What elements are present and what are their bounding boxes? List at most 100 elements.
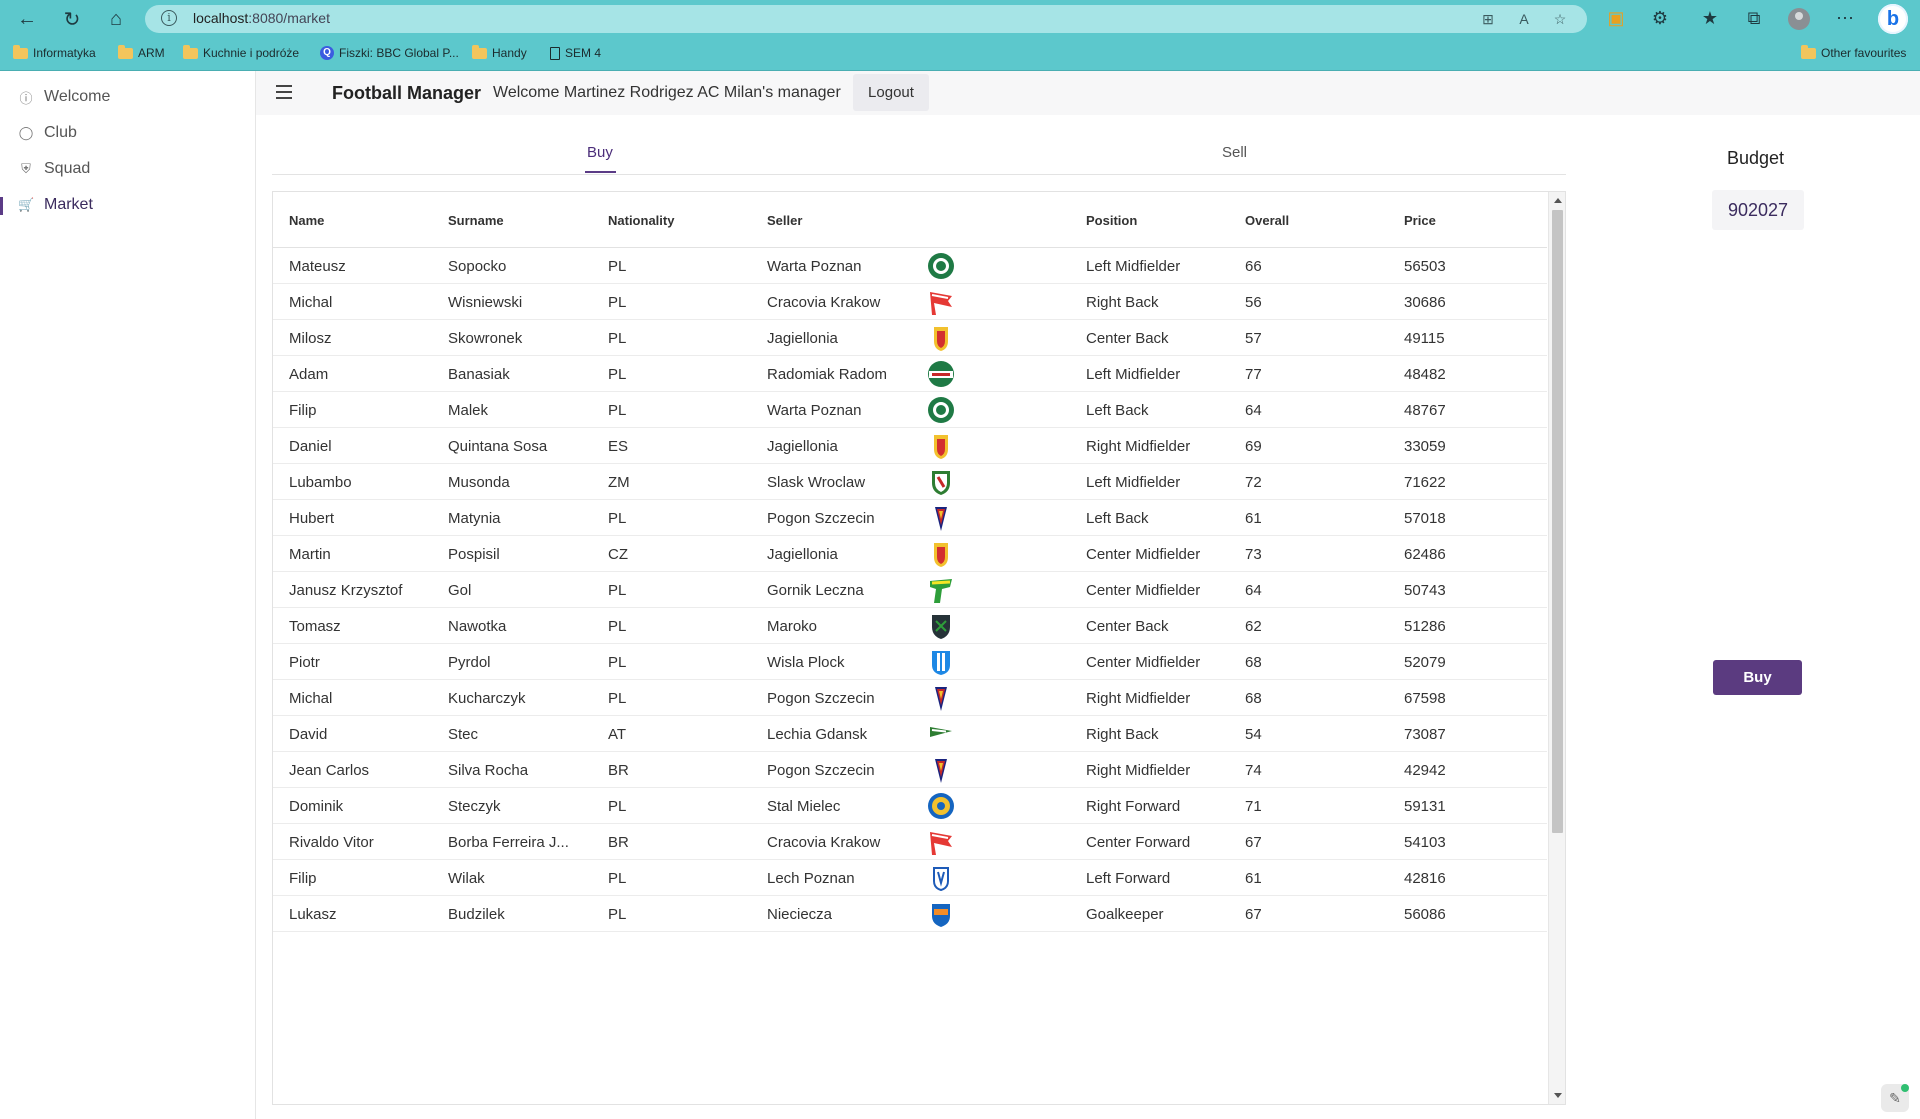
pogon-crest-icon (935, 507, 947, 531)
url-text[interactable]: localhost:8080/market (193, 10, 330, 26)
collections-icon[interactable]: ⧉ (1741, 5, 1767, 31)
home-icon[interactable]: ⌂ (102, 5, 130, 33)
column-header[interactable]: Nationality (608, 213, 674, 228)
logout-button[interactable]: Logout (853, 74, 929, 111)
players-table: Name Surname Nationality Seller Position… (272, 191, 1566, 1105)
tab-sell[interactable]: Sell (1222, 144, 1247, 161)
site-info-icon[interactable]: i (161, 10, 177, 26)
player-nationality: PL (608, 798, 627, 815)
player-position: Right Back (1086, 726, 1159, 743)
refresh-icon[interactable]: ↻ (58, 5, 86, 33)
feedback-icon[interactable]: ✎ (1881, 1084, 1909, 1112)
table-row[interactable]: Hubert Matynia PL Pogon Szczecin Left Back 61… (273, 500, 1547, 536)
player-price: 48767 (1404, 402, 1446, 419)
player-nationality: PL (608, 618, 627, 635)
column-header[interactable]: Seller (767, 213, 802, 228)
table-row[interactable]: Janusz Krzysztof Gol PL Gornik Leczna Center… (273, 572, 1547, 608)
table-row[interactable]: Lubambo Musonda ZM Slask Wroclaw Left Midfie… (273, 464, 1547, 500)
player-price: 54103 (1404, 834, 1446, 851)
bookmark-informatyka[interactable]: Informatyka (13, 44, 96, 60)
player-nationality: ES (608, 438, 629, 455)
table-row[interactable]: Tomasz Nawotka PL Maroko Center Back 62 51286 (273, 608, 1547, 644)
player-surname: Sopocko (448, 258, 507, 275)
folder-icon (472, 44, 487, 59)
sidebar-item-club[interactable]: ◯ Club (0, 117, 254, 149)
table-row[interactable]: Rivaldo Vitor Borba Ferreira J... BR Cracov… (273, 824, 1547, 860)
table-row[interactable]: Filip Malek PL Warta Poznan Left Back 64 48767 (273, 392, 1547, 428)
player-position: Right Midfielder (1086, 762, 1191, 779)
more-menu-icon[interactable]: ⋯ (1832, 5, 1858, 31)
column-header[interactable]: Surname (448, 213, 504, 228)
player-overall: 68 (1245, 690, 1262, 707)
warta-crest-icon (928, 253, 954, 279)
player-name: Lukasz (289, 906, 337, 923)
table-row[interactable]: Mateusz Sopocko PL Warta Poznan Left Midfiel… (273, 248, 1547, 284)
buy-button[interactable]: Buy (1713, 660, 1802, 695)
table-row[interactable]: Michal Wisniewski PL Cracovia Krakow Right B… (273, 284, 1547, 320)
table-row[interactable]: Adam Banasiak PL Radomiak Radom Left Midfiel… (273, 356, 1547, 392)
active-indicator (0, 197, 3, 215)
column-header[interactable]: Price (1404, 213, 1436, 228)
bookmark-fiszki[interactable]: Q Fiszki: BBC Global P... (320, 46, 459, 60)
sidebar-item-welcome[interactable]: ⓘ Welcome (0, 81, 254, 113)
bookmark-arm[interactable]: ARM (118, 44, 165, 60)
warta-crest-icon (928, 397, 954, 423)
cracovia-crest-icon (930, 832, 952, 855)
player-price: 48482 (1404, 366, 1446, 383)
address-bar[interactable]: i localhost:8080/market ⊞ A ☆ (145, 5, 1587, 33)
table-row[interactable]: Milosz Skowronek PL Jagiellonia Center Back 5… (273, 320, 1547, 356)
player-overall: 54 (1245, 726, 1262, 743)
scroll-up-arrow-icon[interactable] (1554, 198, 1562, 203)
column-header[interactable]: Position (1086, 213, 1137, 228)
scroll-down-arrow-icon[interactable] (1554, 1093, 1562, 1098)
table-row[interactable]: Martin Pospisil CZ Jagiellonia Center Midfie… (273, 536, 1547, 572)
seller-club: Jagiellonia (767, 330, 838, 347)
budget-value: 902027 (1712, 190, 1804, 230)
sidebar-item-squad[interactable]: ⛨ Squad (0, 153, 254, 185)
player-position: Center Midfielder (1086, 546, 1201, 563)
extensions-puzzle-icon[interactable]: ⚙ (1647, 5, 1673, 31)
table-scrollbar[interactable] (1548, 192, 1565, 1104)
player-nationality: CZ (608, 546, 628, 563)
bookmark-sem4[interactable]: SEM 4 (550, 46, 601, 60)
back-arrow-icon[interactable]: ← (13, 5, 41, 33)
player-position: Center Midfielder (1086, 582, 1201, 599)
player-nationality: PL (608, 870, 627, 887)
column-header[interactable]: Overall (1245, 213, 1289, 228)
player-overall: 66 (1245, 258, 1262, 275)
app-available-icon[interactable]: ⊞ (1479, 10, 1497, 28)
bookmark-kuchnie[interactable]: Kuchnie i podróże (183, 44, 299, 60)
profile-avatar[interactable] (1788, 8, 1810, 30)
favorites-icon[interactable]: ★ (1697, 5, 1723, 31)
table-row[interactable]: Daniel Quintana Sosa ES Jagiellonia Right Mi… (273, 428, 1547, 464)
extension-icon[interactable]: ▣ (1603, 5, 1629, 31)
jagiellonia-crest-icon (934, 543, 948, 567)
seller-club: Lech Poznan (767, 870, 855, 887)
player-surname: Wilak (448, 870, 485, 887)
player-overall: 68 (1245, 654, 1262, 671)
table-row[interactable]: Piotr Pyrdol PL Wisla Plock Center Midfielde… (273, 644, 1547, 680)
bing-copilot-icon[interactable]: b (1878, 4, 1908, 34)
bookmark-handy[interactable]: Handy (472, 44, 527, 60)
other-favourites[interactable]: Other favourites (1801, 44, 1906, 60)
scrollbar-thumb[interactable] (1552, 210, 1563, 833)
column-header[interactable]: Name (289, 213, 324, 228)
player-price: 49115 (1404, 330, 1445, 347)
table-row[interactable]: Jean Carlos Silva Rocha BR Pogon Szczecin Ri… (273, 752, 1547, 788)
read-aloud-icon[interactable]: A (1515, 10, 1533, 28)
player-name: Daniel (289, 438, 332, 455)
table-row[interactable]: Michal Kucharczyk PL Pogon Szczecin Right Mi… (273, 680, 1547, 716)
seller-club: Lechia Gdansk (767, 726, 868, 743)
table-header: Name Surname Nationality Seller Position… (273, 192, 1547, 248)
lechia-crest-icon (930, 727, 952, 737)
browser-toolbar: ← ↻ ⌂ i localhost:8080/market ⊞ A ☆ ▣ ⚙ … (0, 0, 1920, 37)
table-row[interactable]: Lukasz Budzilek PL Niecieczа Goalkeeper 67 560… (273, 896, 1547, 932)
tab-buy[interactable]: Buy (587, 144, 613, 161)
table-row[interactable]: Dominik Steczyk PL Stal Mielec Right Forward… (273, 788, 1547, 824)
table-row[interactable]: Filip Wilak PL Lech Poznan Left Forward 61 428… (273, 860, 1547, 896)
hamburger-menu-icon[interactable] (276, 85, 292, 99)
sidebar-item-market[interactable]: 🛒 Market (0, 189, 254, 221)
favorite-star-icon[interactable]: ☆ (1551, 10, 1569, 28)
budget-title: Budget (1727, 148, 1785, 168)
table-row[interactable]: David Stec AT Lechia Gdansk Right Back 54 7308… (273, 716, 1547, 752)
